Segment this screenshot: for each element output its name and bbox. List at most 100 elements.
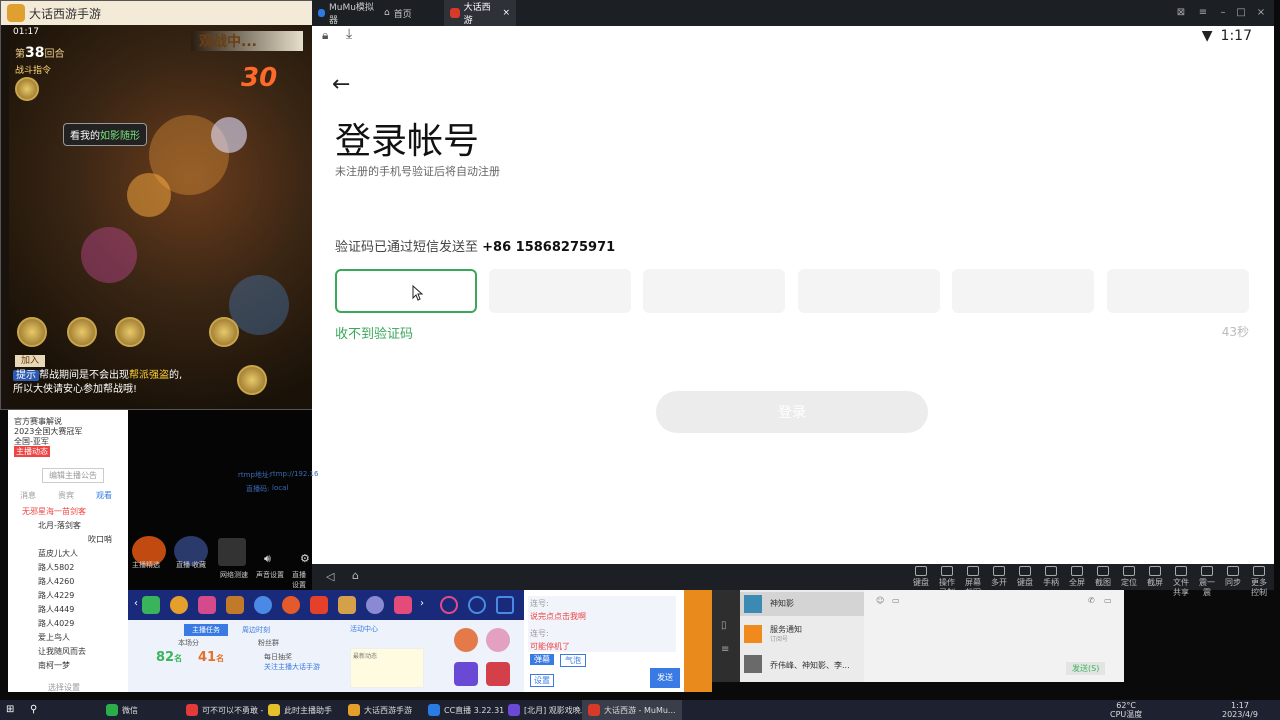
gift-icon-3[interactable]	[198, 596, 216, 614]
video-icon[interactable]: ▭	[1104, 596, 1112, 605]
list-item[interactable]: 爱上鸟人	[38, 632, 70, 643]
send-button[interactable]: 发送	[650, 668, 680, 688]
avatar[interactable]	[486, 628, 510, 652]
tool-shake[interactable]: 震一震	[1196, 566, 1218, 598]
phone-icon[interactable]: ▯	[721, 620, 727, 631]
wechat-send-button[interactable]: 发送(S)	[1066, 662, 1106, 675]
tab-messages[interactable]: 消息	[20, 490, 36, 501]
folder-icon[interactable]: ▭	[892, 596, 900, 605]
minimize-icon[interactable]: –	[1216, 6, 1230, 20]
taskbar-browser[interactable]: [北月] 观影戏晚...	[502, 700, 594, 720]
code-digit-5[interactable]	[952, 269, 1094, 313]
list-item[interactable]: 路人4229	[38, 590, 74, 601]
bubble-button[interactable]: 气泡	[560, 654, 586, 667]
gift-icon-8[interactable]	[338, 596, 356, 614]
list-item[interactable]: 路人5802	[38, 562, 74, 573]
maximize-icon[interactable]: □	[1234, 6, 1248, 20]
gift-icon-9[interactable]	[366, 596, 384, 614]
tool-more[interactable]: 更多控制	[1248, 566, 1270, 598]
list-item[interactable]: 南柯一梦	[38, 660, 70, 671]
gift-icon-5[interactable]	[254, 596, 272, 614]
tool-share[interactable]: 文件共享	[1170, 566, 1192, 598]
action-icon-3[interactable]	[496, 596, 514, 614]
tab-watch[interactable]: 观看	[96, 490, 112, 501]
badge-icon[interactable]	[486, 662, 510, 686]
announce-button[interactable]: 编辑主播公告	[42, 468, 104, 483]
gift-icon-6[interactable]	[282, 596, 300, 614]
voice-icon[interactable]	[67, 317, 97, 347]
mode-tab-2[interactable]: 周边时刻	[236, 624, 276, 636]
action-icon-2[interactable]	[468, 596, 486, 614]
keyboard-icon[interactable]: ⊠	[1174, 6, 1188, 20]
tool-sync[interactable]: 同步	[1222, 566, 1244, 588]
nav-back-icon[interactable]: ◁	[326, 570, 334, 583]
gift-icon-2[interactable]	[170, 596, 188, 614]
barrage-button[interactable]: 弹幕	[530, 654, 554, 665]
chat-icon[interactable]	[17, 317, 47, 347]
tab-game[interactable]: 大话西游 ×	[444, 0, 516, 26]
tab-vip[interactable]: 贵宾	[58, 490, 74, 501]
list-item[interactable]: 路人4029	[38, 618, 74, 629]
gift-icon-7[interactable]	[310, 596, 328, 614]
gift-next-icon[interactable]: ›	[420, 598, 424, 609]
speedtest-icon[interactable]	[218, 538, 246, 566]
skill-icon[interactable]	[237, 365, 267, 395]
sound-icon[interactable]: 🔊︎	[264, 552, 271, 566]
gift-prev-icon[interactable]: ‹	[134, 598, 138, 609]
tool-keys[interactable]: 键盘	[1014, 566, 1036, 588]
mode-tab-1[interactable]: 主播任务	[184, 624, 228, 636]
live-badge[interactable]: 主播动态	[14, 446, 50, 457]
list-item[interactable]: 路人4449	[38, 604, 74, 615]
gift-icon-10[interactable]	[394, 596, 412, 614]
list-item[interactable]: 路人4260	[38, 576, 74, 587]
avatar[interactable]	[454, 628, 478, 652]
windows-start-icon[interactable]: ⊞	[6, 704, 14, 715]
tool-capture[interactable]: 截图	[1092, 566, 1114, 588]
list-item[interactable]: 吹口哨	[88, 534, 112, 545]
voice2-icon[interactable]	[115, 317, 145, 347]
search-icon[interactable]: ⚲	[30, 704, 37, 715]
taskbar-mumu[interactable]: 大话西游 - MuMu...	[582, 700, 682, 720]
tool-multi[interactable]: 多开	[988, 566, 1010, 588]
join-button[interactable]: 加入	[15, 355, 45, 367]
follow-link[interactable]: 关注主播大话手游	[264, 662, 320, 672]
system-clock[interactable]: 1:17 2023/4/9	[1222, 701, 1258, 719]
login-button[interactable]: 登录	[656, 391, 928, 433]
chat-settings-button[interactable]: 设置	[530, 674, 554, 687]
code-digit-3[interactable]	[643, 269, 785, 313]
tool-keyboard[interactable]: 键盘	[910, 566, 932, 588]
code-digit-6[interactable]	[1107, 269, 1249, 313]
tool-location[interactable]: 定位	[1118, 566, 1140, 588]
menu-icon[interactable]: ≡	[1196, 6, 1210, 20]
list-item[interactable]: 北月-落剑客	[38, 520, 81, 531]
mode-tab-3[interactable]: 活动中心	[350, 624, 378, 634]
tool-screen[interactable]: 截屏	[1144, 566, 1166, 588]
code-digit-4[interactable]	[798, 269, 940, 313]
settings-icon[interactable]: ⚙	[300, 552, 310, 565]
list-item[interactable]: 乔伟峰、神知影、李...	[740, 652, 864, 676]
nav-home-icon[interactable]: ⌂	[352, 569, 359, 582]
emoji-icon[interactable]: ☺	[876, 596, 884, 605]
code-digit-1[interactable]	[335, 269, 477, 313]
more-icon[interactable]: ≡	[721, 644, 729, 655]
taskbar-wechat[interactable]: 微信	[100, 700, 144, 720]
list-item[interactable]: 神知影	[740, 592, 864, 616]
tool-gamepad[interactable]: 手柄	[1040, 566, 1062, 588]
tab-home[interactable]: ⌂ 首页	[378, 0, 440, 26]
news-card[interactable]: 最新动态	[350, 648, 424, 688]
no-code-link[interactable]: 收不到验证码	[335, 323, 413, 342]
badge-icon[interactable]	[454, 662, 478, 686]
download-icon[interactable]: ⤓	[346, 26, 352, 42]
code-digit-2[interactable]	[489, 269, 631, 313]
list-item[interactable]: 让我随风而去	[38, 646, 86, 657]
list-item[interactable]: 无邪星海一苗剑客	[22, 506, 86, 517]
close-icon[interactable]: ×	[1254, 6, 1268, 20]
settings-link[interactable]: 选择设置	[48, 682, 80, 693]
gift-icon-1[interactable]	[142, 596, 160, 614]
call-icon[interactable]: ✆	[1088, 596, 1095, 605]
taskbar-cc[interactable]: CC直播 3.22.31	[422, 700, 510, 720]
close-tab-icon[interactable]: ×	[502, 8, 510, 18]
lock-icon[interactable]: 🔒︎	[322, 28, 328, 43]
list-item[interactable]: 服务通知 订阅号	[740, 622, 864, 646]
list-item[interactable]: 蓝皮儿大人	[38, 548, 78, 559]
